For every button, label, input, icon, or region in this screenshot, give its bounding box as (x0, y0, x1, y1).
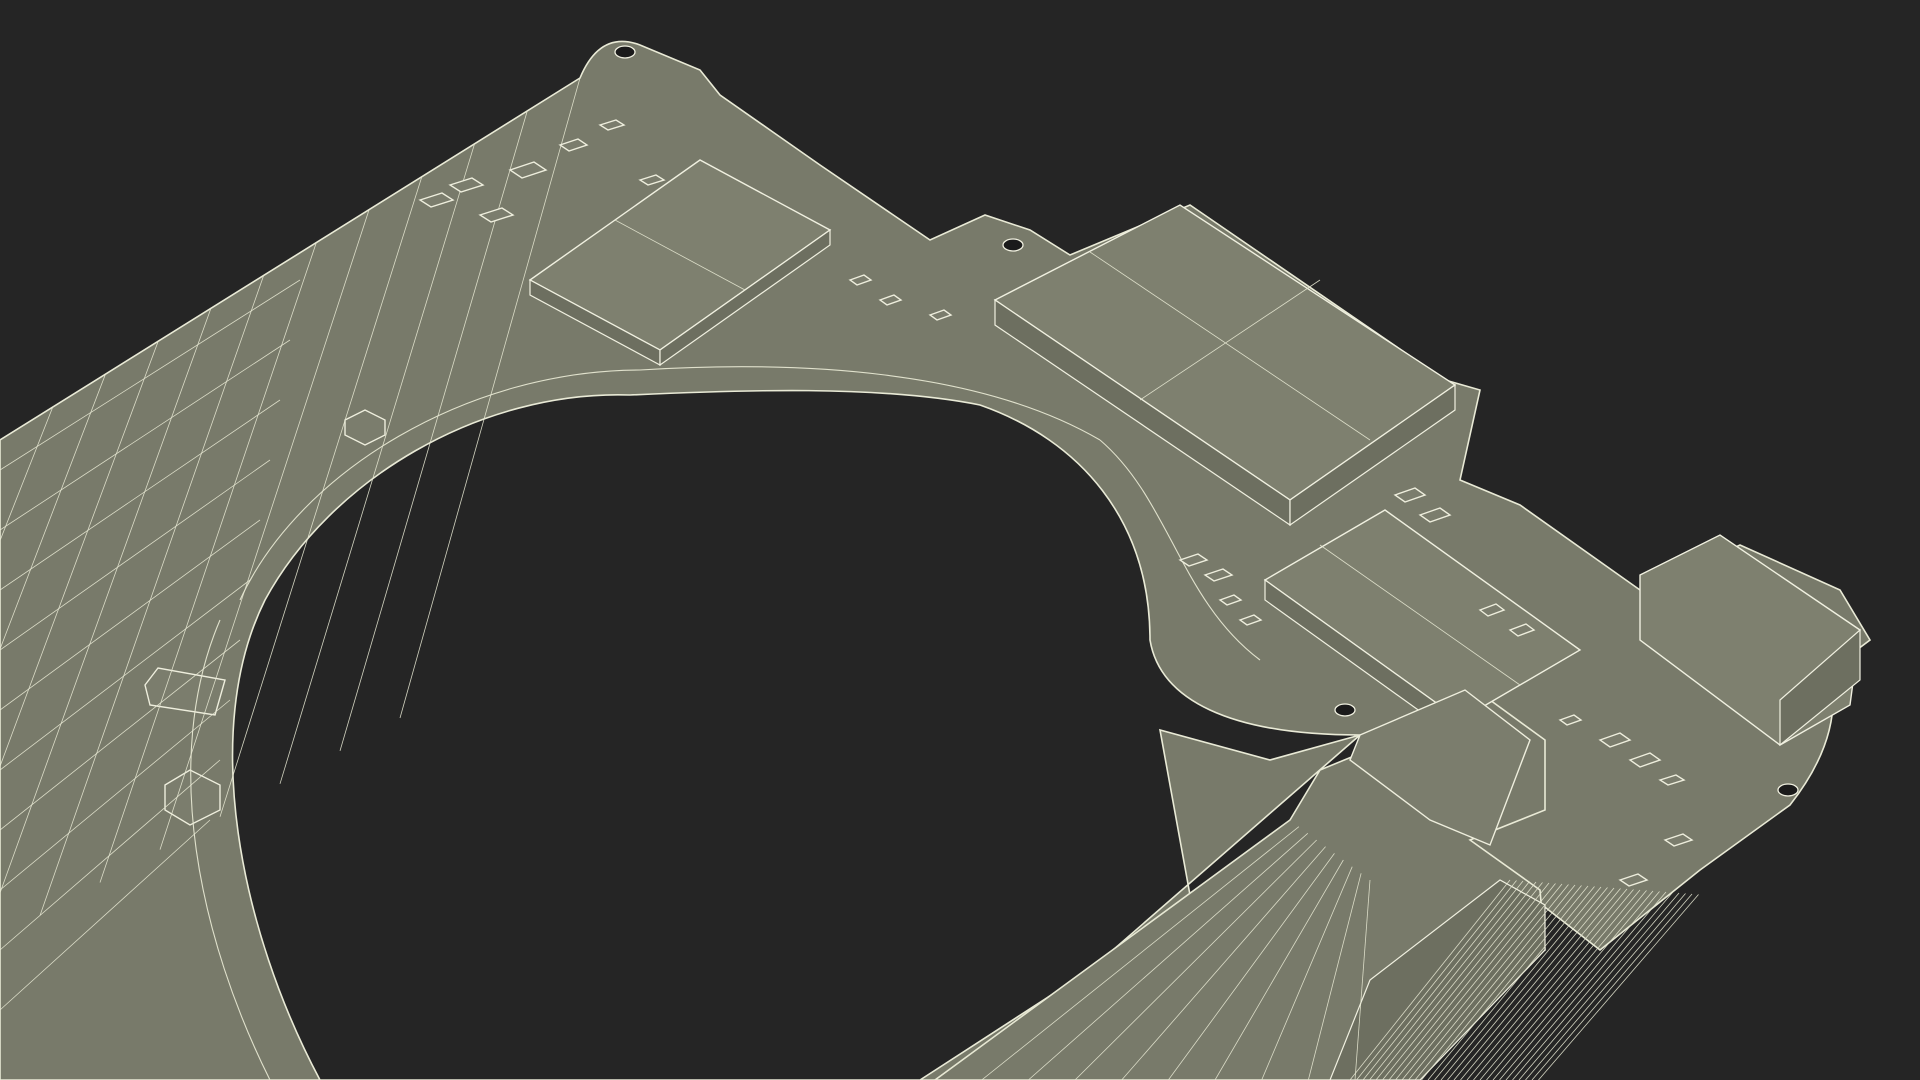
mount-hole-right (1777, 783, 1799, 797)
render-viewport (0, 0, 1920, 1080)
pcb-wireframe-render (0, 0, 1920, 1080)
mount-hole-low (1334, 703, 1356, 717)
mount-hole-mid (1002, 238, 1024, 252)
mount-hole-top (614, 45, 636, 59)
